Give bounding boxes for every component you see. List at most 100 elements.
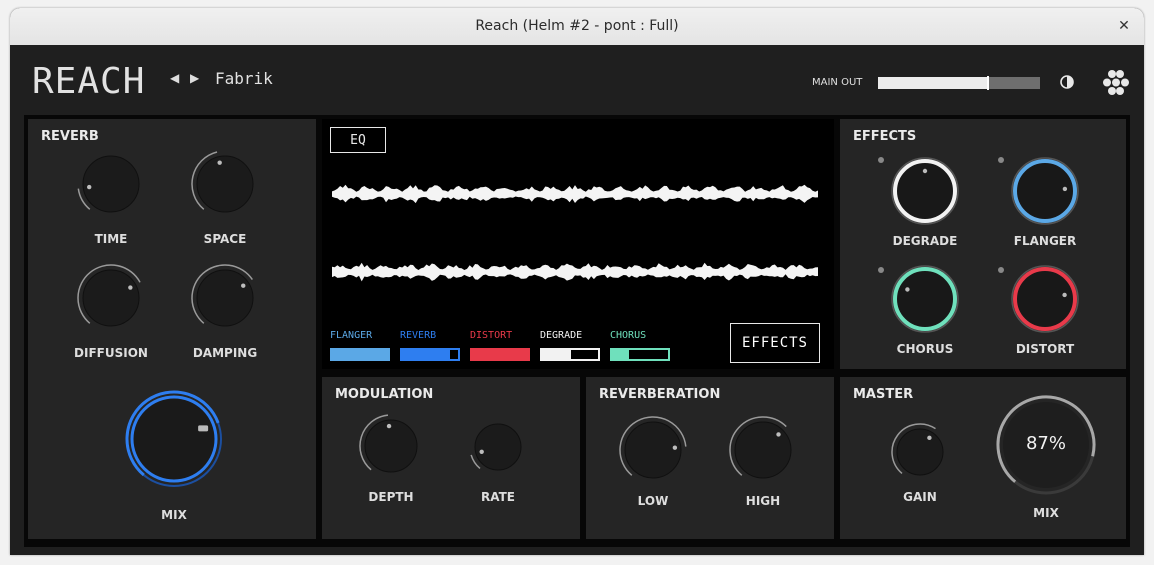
rate-knob-marker [479, 449, 484, 454]
gain-knob-marker [927, 435, 932, 441]
damping-knob[interactable] [190, 263, 260, 333]
space-knob-marker [217, 160, 222, 165]
chorus-knob-marker [905, 287, 910, 292]
reverb-mix-knob[interactable] [124, 389, 224, 489]
next-preset-button[interactable]: ▶ [190, 71, 199, 85]
high-label: HIGH [745, 494, 781, 508]
legend-degrade-bar-fill [542, 350, 572, 359]
preset-name[interactable]: Fabrik [215, 69, 273, 88]
rate-knob-body [474, 423, 522, 471]
visualizer-panel: EQ FLANGER REVERB DISTORT DEGRADE CHORUS EFF… [322, 119, 834, 369]
legend-flanger-bar[interactable] [330, 348, 390, 361]
reverb-title: REVERB [41, 129, 99, 144]
distort-indicator [998, 267, 1004, 273]
diffusion-label: DIFFUSION [74, 346, 148, 360]
legend-degrade-label: DEGRADE [540, 330, 583, 341]
low-knob[interactable] [618, 415, 688, 485]
reverberation-panel: REVERBERATION LOW HIGH [586, 377, 834, 539]
main-out-meter [878, 76, 1040, 90]
legend-chorus-bar-fill [612, 350, 629, 359]
master-panel: MASTER GAIN 87% MIX [840, 377, 1126, 539]
effects-button[interactable]: EFFECTS [730, 323, 820, 363]
rate-label: RATE [481, 490, 515, 504]
main-panel-area: REVERB TIME SPACE DIFFUSION DAMPING MIX … [24, 115, 1130, 547]
chorus-label: CHORUS [896, 342, 954, 356]
high-knob[interactable] [728, 415, 798, 485]
waveform-bottom [332, 262, 818, 282]
high-knob-body [734, 421, 792, 479]
gain-knob[interactable] [890, 422, 950, 482]
space-knob[interactable] [190, 149, 260, 219]
diffusion-knob-body [82, 269, 140, 327]
distort-knob[interactable] [1010, 264, 1080, 334]
effects-title: EFFECTS [853, 129, 917, 144]
legend-chorus-bar[interactable] [610, 348, 670, 361]
prev-preset-button[interactable]: ◀ [170, 71, 179, 85]
time-knob-body [82, 155, 140, 213]
flanger-knob-ring [1013, 159, 1077, 223]
flanger-knob[interactable] [1010, 156, 1080, 226]
app-logo: REACH [32, 61, 146, 102]
high-knob-marker [776, 432, 781, 437]
distort-knob-marker [1062, 292, 1067, 298]
chorus-indicator [878, 267, 884, 273]
legend-distort-bar[interactable] [470, 348, 530, 361]
low-knob-marker [672, 445, 678, 450]
diffusion-knob-marker [128, 285, 133, 290]
rate-knob[interactable] [468, 417, 528, 477]
master-mix-value: 87% [1025, 433, 1066, 454]
depth-knob-marker [386, 423, 392, 429]
damping-knob-body [196, 269, 254, 327]
space-knob-body [196, 155, 254, 213]
flanger-indicator [998, 157, 1004, 163]
gain-knob-body [896, 428, 944, 476]
distort-label: DISTORT [1015, 342, 1075, 356]
legend-reverb-bar[interactable] [400, 348, 460, 361]
degrade-knob[interactable] [890, 156, 960, 226]
contrast-icon[interactable] [1060, 75, 1074, 89]
chorus-knob[interactable] [890, 264, 960, 334]
space-label: SPACE [203, 232, 247, 246]
damping-knob-marker [241, 283, 246, 288]
legend-chorus-label: CHORUS [610, 330, 647, 341]
legend-degrade-bar[interactable] [540, 348, 600, 361]
legend-distort-label: DISTORT [470, 330, 513, 341]
plugin-body: REACH ◀ ▶ Fabrik MAIN OUT REVERB TIME SP… [10, 45, 1144, 555]
reverb-mix-knob-body [130, 395, 218, 483]
depth-knob[interactable] [358, 413, 424, 479]
damping-label: DAMPING [192, 346, 258, 360]
time-label: TIME [94, 232, 128, 246]
gain-label: GAIN [903, 490, 937, 504]
waveform-display [332, 184, 818, 282]
flanger-knob-marker [1062, 186, 1068, 192]
low-knob-body [624, 421, 682, 479]
hexagon-menu-icon[interactable] [1100, 67, 1132, 99]
modulation-title: MODULATION [335, 387, 434, 402]
plugin-window: Reach (Helm #2 - pont : Full) ✕ REACH ◀ … [10, 8, 1144, 555]
diffusion-knob[interactable] [76, 263, 146, 333]
degrade-knob-marker [922, 168, 928, 174]
modulation-panel: MODULATION DEPTH RATE [322, 377, 580, 539]
main-out-meter-fill [878, 77, 989, 89]
time-knob[interactable] [76, 149, 146, 219]
eq-button[interactable]: EQ [330, 127, 386, 153]
reverb-mix-knob-marker [198, 425, 209, 432]
degrade-label: DEGRADE [892, 234, 958, 248]
legend-reverb-label: REVERB [400, 330, 437, 341]
chorus-knob-ring [893, 267, 957, 331]
window-title: Reach (Helm #2 - pont : Full) [475, 18, 679, 34]
distort-knob-ring [1013, 267, 1077, 331]
effects-panel: EFFECTS DEGRADE FLANGER CHORUS DISTORT [840, 119, 1126, 369]
title-bar: Reach (Helm #2 - pont : Full) ✕ [10, 8, 1144, 46]
reverb-panel: REVERB TIME SPACE DIFFUSION DAMPING MIX [28, 119, 316, 539]
close-icon[interactable]: ✕ [1114, 16, 1134, 36]
time-knob-marker [87, 184, 92, 190]
flanger-label: FLANGER [1013, 234, 1077, 248]
legend-reverb-bar-fill [402, 350, 450, 359]
main-out-peak-tick [987, 76, 990, 90]
reverberation-title: REVERBERATION [599, 387, 721, 402]
legend-distort-bar-fill [472, 350, 528, 359]
waveform-top [332, 184, 818, 204]
reverb-mix-label: MIX [161, 508, 187, 522]
master-mix-label: MIX [1033, 506, 1059, 520]
